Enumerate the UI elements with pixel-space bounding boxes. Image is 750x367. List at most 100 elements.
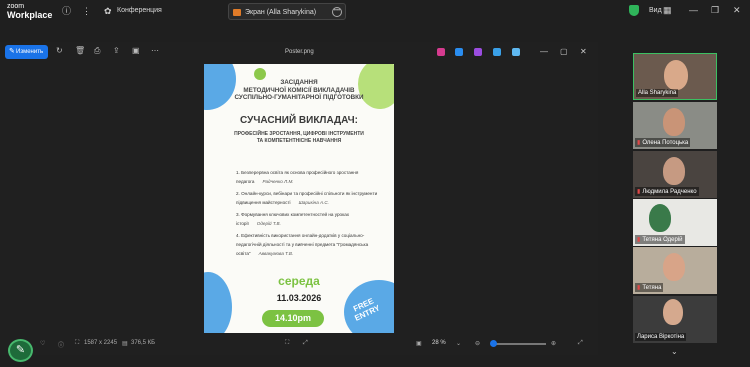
- participant-name-text: Тетяна Одерій: [642, 237, 683, 243]
- fullscreen-icon[interactable]: ⤢: [303, 340, 308, 347]
- restore-icon[interactable]: ❐: [711, 5, 719, 16]
- viewer-close-icon[interactable]: ✕: [580, 47, 587, 56]
- poster-title: СУЧАСНИЙ ВИКЛАДАЧ:: [240, 115, 358, 126]
- muted-mic-icon: ▮: [637, 285, 641, 291]
- slideshow-icon[interactable]: ▣: [132, 47, 140, 55]
- agenda-item-signature: Шарикіна А.С.: [298, 200, 329, 205]
- file-size: 376,5 КБ: [131, 340, 156, 346]
- minimize-icon[interactable]: —: [689, 5, 698, 15]
- fit-icon[interactable]: ⛶: [285, 340, 289, 347]
- muted-mic-icon: ▮: [637, 237, 641, 243]
- app-icon-4[interactable]: [493, 48, 501, 56]
- participant-name: ▮ Людмила Радченко: [635, 187, 699, 196]
- zoom-dropdown-icon[interactable]: ⌄: [456, 340, 461, 347]
- actual-size-icon[interactable]: ▣: [416, 340, 422, 347]
- participant-name-text: Alla Sharykina: [638, 90, 677, 96]
- poster-heading: ЗАСІДАННЯ МЕТОДИЧНОЇ КОМІСІЇ ВИКЛАДАЧІВ …: [204, 79, 394, 102]
- paw-icon: ✿: [104, 6, 112, 16]
- muted-mic-icon: ▮: [637, 140, 641, 146]
- brand-line2: Workplace: [7, 10, 53, 20]
- participant-name-text: Людмила Радченко: [642, 189, 697, 195]
- file-title: Poster.png: [285, 49, 314, 55]
- file-size-icon: ▤: [122, 341, 128, 347]
- participant-tile[interactable]: ▮ Олена Потоцька: [633, 102, 717, 149]
- heading-line-2: МЕТОДИЧНОЇ КОМІСІЇ ВИКЛАДАЧІВ: [243, 86, 355, 94]
- viewer-restore-icon[interactable]: ▢: [560, 47, 568, 56]
- zoom-window: zoom Workplace ⓘ ⋮ ✿ Конференция Экран (…: [0, 0, 750, 367]
- zoom-slider-handle[interactable]: [490, 340, 497, 347]
- app-icon-3[interactable]: [474, 48, 482, 56]
- zoom-out-icon[interactable]: ⊖: [475, 340, 480, 347]
- zoom-logo: zoom Workplace: [7, 3, 53, 20]
- more-icon[interactable]: ⋯: [151, 47, 159, 55]
- subtitle-line-1: ПРОФЕСІЙНЕ ЗРОСТАННЯ, ЦИФРОВІ ІНСТРУМЕНТ…: [234, 131, 364, 137]
- print-icon[interactable]: ⎙: [94, 47, 100, 55]
- more-options-icon[interactable]: ⋮: [82, 6, 91, 16]
- heading-line-1: ЗАСІДАННЯ: [280, 79, 318, 86]
- muted-mic-icon: ▮: [637, 189, 641, 195]
- app-icon-1[interactable]: [437, 48, 445, 56]
- image-dimensions: 1587 x 2245: [84, 340, 118, 346]
- security-shield-icon[interactable]: [629, 5, 639, 16]
- participant-tile[interactable]: Лариса Віркотіна: [633, 296, 717, 343]
- poster-time: 14.10pm: [262, 310, 324, 327]
- participant-tile[interactable]: Alla Sharykina: [633, 53, 717, 100]
- viewer-status-bar: ♡ ⓘ ⛶ 1587 x 2245 ▤ 376,5 КБ ⛶ ⤢ ▣ 28 % …: [0, 333, 598, 355]
- participant-name: ▮ Олена Потоцька: [635, 138, 691, 147]
- agenda-item-text: 3. Формування ключових компетентностей н…: [236, 212, 350, 226]
- close-icon[interactable]: ✕: [733, 5, 741, 16]
- screen-share-tab-label: Экран (Alla Sharykina): [245, 9, 317, 16]
- agenda-item: 4. Ефективність використання онлайн-дода…: [236, 231, 381, 258]
- edit-button[interactable]: ✎ Изменить: [5, 45, 48, 59]
- participant-tile[interactable]: ▮ Тетяна: [633, 247, 717, 294]
- participant-name: ▮ Тетяна: [635, 283, 664, 292]
- info-icon[interactable]: ⓘ: [62, 6, 71, 16]
- agenda-item-text: 1. Безперервна освіта як основа професій…: [236, 170, 359, 184]
- subtitle-line-2: ТА КОМПЕТЕНТНІСНЕ НАВЧАННЯ: [256, 138, 342, 144]
- agenda-item: 3. Формування ключових компетентностей н…: [236, 210, 381, 228]
- scroll-down-icon[interactable]: ⌄: [671, 347, 678, 356]
- agenda-item: 2. Онлайн-курси, вебінари та професійні …: [236, 189, 381, 207]
- favorite-icon[interactable]: ♡: [40, 340, 45, 347]
- tab-more-icon[interactable]: •••: [332, 7, 342, 17]
- view-menu[interactable]: Вид: [649, 7, 662, 14]
- conference-label[interactable]: Конференция: [117, 7, 162, 14]
- agenda-item-signature: Аввакумова Т.В.: [258, 251, 294, 256]
- viewer-minimize-icon[interactable]: —: [540, 47, 548, 56]
- annotate-button[interactable]: ✎: [8, 339, 33, 362]
- edit-button-label: Изменить: [16, 49, 44, 55]
- agenda-item-signature: Одерій Т.В.: [256, 221, 281, 226]
- video-feed: [664, 60, 688, 90]
- video-feed: [649, 204, 671, 232]
- zoom-slider[interactable]: [492, 343, 546, 345]
- info-icon[interactable]: ⓘ: [58, 340, 64, 349]
- viewer-toolbar: ✎ Изменить ↻ 🗑 ⎙ ⇪ ▣ ⋯ Poster.png — ▢ ✕: [0, 42, 598, 62]
- participant-name: Лариса Віркотіна: [635, 333, 687, 341]
- view-grid-icon[interactable]: ▦: [663, 5, 672, 16]
- zoom-in-icon[interactable]: ⊕: [551, 340, 556, 347]
- participant-name: ▮ Тетяна Одерій: [635, 235, 685, 244]
- zoom-level[interactable]: 28 %: [432, 340, 446, 346]
- participant-tile[interactable]: ▮ Людмила Радченко: [633, 151, 717, 198]
- app-icon-2[interactable]: [455, 48, 463, 56]
- video-feed: [663, 108, 685, 136]
- delete-icon[interactable]: 🗑: [75, 47, 85, 55]
- agenda-item-signature: Радченко Л.М.: [262, 179, 294, 184]
- participant-tile[interactable]: ▮ Тетяна Одерій: [633, 199, 717, 246]
- video-feed: [663, 299, 683, 325]
- pencil-icon: ✎: [9, 48, 15, 55]
- expand-icon[interactable]: ⤢: [578, 340, 583, 347]
- agenda-item: 1. Безперервна освіта як основа професій…: [236, 168, 381, 186]
- agenda-item-text: 4. Ефективність використання онлайн-дода…: [236, 233, 369, 256]
- participant-name: Alla Sharykina: [636, 89, 679, 97]
- dimensions-icon: ⛶: [75, 340, 80, 346]
- heading-line-3: СУСПІЛЬНО-ГУМАНІТАРНОЇ ПІДГОТОВКИ: [234, 94, 364, 101]
- screen-share-tab[interactable]: Экран (Alla Sharykina) •••: [228, 3, 346, 20]
- participant-name-text: Олена Потоцька: [642, 140, 689, 146]
- participant-name-text: Лариса Віркотіна: [637, 334, 685, 340]
- share-icon[interactable]: ⇪: [113, 47, 120, 55]
- rotate-icon[interactable]: ↻: [56, 47, 63, 55]
- poster-day: середа: [278, 274, 320, 288]
- video-feed: [663, 253, 685, 281]
- app-icon-5[interactable]: [512, 48, 520, 56]
